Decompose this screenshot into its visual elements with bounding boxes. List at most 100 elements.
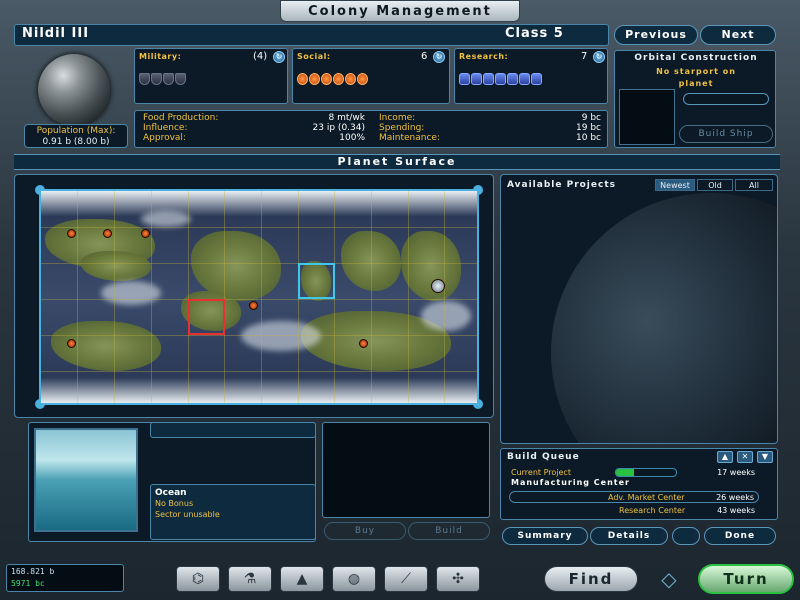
approval-label: Approval:: [143, 133, 186, 143]
hover-tile[interactable]: [298, 263, 335, 299]
tab-old[interactable]: Old: [697, 179, 733, 191]
map-landmass: [401, 231, 461, 301]
current-project-progress: [615, 468, 677, 477]
colony-capital-icon[interactable]: [431, 279, 445, 293]
queue-remove-button[interactable]: ✕: [737, 451, 753, 463]
military-shield-icon: [139, 73, 150, 85]
diplomacy-icon[interactable]: ✣: [436, 566, 480, 592]
military-info-icon[interactable]: ↻: [273, 51, 285, 63]
social-emblem-icon: [309, 73, 320, 85]
available-projects-panel: Available Projects Newest Old All: [500, 174, 778, 444]
queue-item-weeks: 43 weeks: [717, 506, 755, 515]
queue-item[interactable]: Research Center 43 weeks: [509, 505, 759, 517]
current-project-name: Manufacturing Center: [511, 478, 630, 487]
treasury-display: 168.821 b 5971 bc: [6, 564, 124, 592]
research-panel[interactable]: Research: 7 ↻: [454, 48, 608, 104]
compass-diamond-icon[interactable]: ◇: [644, 566, 694, 594]
research-emblem-icon: [459, 73, 470, 85]
spending-value: 19 bc: [576, 123, 601, 133]
footer-toggle[interactable]: [672, 527, 700, 545]
queue-item[interactable]: Adv. Market Center 26 weeks: [509, 491, 759, 503]
map-cloud: [141, 211, 191, 227]
social-pips: [297, 73, 368, 85]
ship-progress-bar: [683, 93, 769, 105]
selected-tile[interactable]: [188, 299, 225, 335]
influence-value: 23 ip (0.34): [312, 123, 365, 133]
map-cloud: [241, 321, 321, 351]
build-ship-button[interactable]: Build Ship: [679, 125, 773, 143]
planet-image: [38, 54, 110, 126]
queue-item-name: Adv. Market Center: [608, 493, 685, 502]
improvement-marker[interactable]: [359, 339, 368, 348]
improvement-marker[interactable]: [141, 229, 150, 238]
social-emblem-icon: [345, 73, 356, 85]
military-shield-icon: [175, 73, 186, 85]
find-button[interactable]: Find: [544, 566, 638, 592]
improvement-marker[interactable]: [249, 301, 258, 310]
military-value: (4): [253, 51, 268, 62]
improvement-marker[interactable]: [103, 229, 112, 238]
done-button[interactable]: Done: [704, 527, 776, 545]
galaxy-globe-icon[interactable]: ◍: [332, 566, 376, 592]
research-emblem-icon: [483, 73, 494, 85]
buy-button[interactable]: Buy: [324, 522, 406, 540]
build-button[interactable]: Build: [408, 522, 490, 540]
government-icon[interactable]: ⌬: [176, 566, 220, 592]
improvement-marker[interactable]: [67, 339, 76, 348]
build-preview: [322, 422, 490, 518]
military-panel[interactable]: Military: (4) ↻: [134, 48, 288, 104]
tile-name: Ocean: [155, 488, 187, 498]
projects-planet-image: [551, 193, 777, 443]
summary-button[interactable]: Summary: [502, 527, 588, 545]
spending-label: Spending:: [379, 123, 425, 133]
food-value: 8 mt/wk: [328, 113, 366, 123]
available-projects-title: Available Projects: [507, 180, 616, 190]
planet-surface-title: Planet Surface: [14, 154, 780, 170]
map-gridline: [41, 227, 477, 228]
tab-newest[interactable]: Newest: [655, 179, 695, 191]
social-info-icon[interactable]: ↻: [433, 51, 445, 63]
details-button[interactable]: Details: [590, 527, 668, 545]
economy-panel: Food Production: 8 mt/wk Influence: 23 i…: [134, 110, 608, 148]
empire-credits: 5971 bc: [11, 579, 45, 588]
next-button[interactable]: Next: [700, 25, 776, 45]
research-emblem-icon: [507, 73, 518, 85]
tile-image: [34, 428, 138, 532]
map-gridline: [41, 371, 477, 372]
research-info-icon[interactable]: ↻: [593, 51, 605, 63]
research-emblem-icon: [471, 73, 482, 85]
orbital-construction-panel: Orbital Construction No starport on plan…: [614, 50, 776, 148]
social-panel[interactable]: Social: 6 ↻: [292, 48, 450, 104]
map-cloud: [101, 281, 161, 305]
population-label: Population (Max):: [36, 126, 116, 136]
previous-button[interactable]: Previous: [614, 25, 698, 45]
empire-pyramid-icon[interactable]: ▲: [280, 566, 324, 592]
research-value: 7: [581, 51, 588, 62]
map-landmass: [81, 251, 151, 281]
turn-button[interactable]: Turn: [698, 564, 794, 594]
military-shield-icon: [163, 73, 174, 85]
orbital-title: Orbital Construction: [634, 53, 758, 63]
maintenance-label: Maintenance:: [379, 133, 440, 143]
social-value: 6: [421, 51, 428, 62]
map-gridline: [41, 299, 477, 300]
research-pips: [459, 73, 542, 85]
approval-value: 100%: [339, 133, 365, 143]
influence-label: Influence:: [143, 123, 188, 133]
map-cloud: [421, 301, 471, 331]
map-gridline: [41, 335, 477, 336]
tab-all[interactable]: All: [735, 179, 773, 191]
social-label: Social:: [297, 52, 331, 61]
social-emblem-icon: [357, 73, 368, 85]
queue-up-button[interactable]: ▲: [717, 451, 733, 463]
queue-down-button[interactable]: ▼: [757, 451, 773, 463]
research-flask-icon[interactable]: ⚗: [228, 566, 272, 592]
planet-surface-map[interactable]: [39, 189, 479, 405]
improvement-marker[interactable]: [67, 229, 76, 238]
statistics-chart-icon[interactable]: ⟋: [384, 566, 428, 592]
build-queue-panel: Build Queue ▲ ✕ ▼ Current Project 17 wee…: [500, 448, 778, 520]
population-box: Population (Max): 0.91 b (8.00 b): [24, 124, 128, 148]
build-queue-title: Build Queue: [507, 452, 580, 462]
tile-status: Sector unusable: [155, 510, 220, 519]
planet-class: Class 5: [505, 26, 564, 41]
